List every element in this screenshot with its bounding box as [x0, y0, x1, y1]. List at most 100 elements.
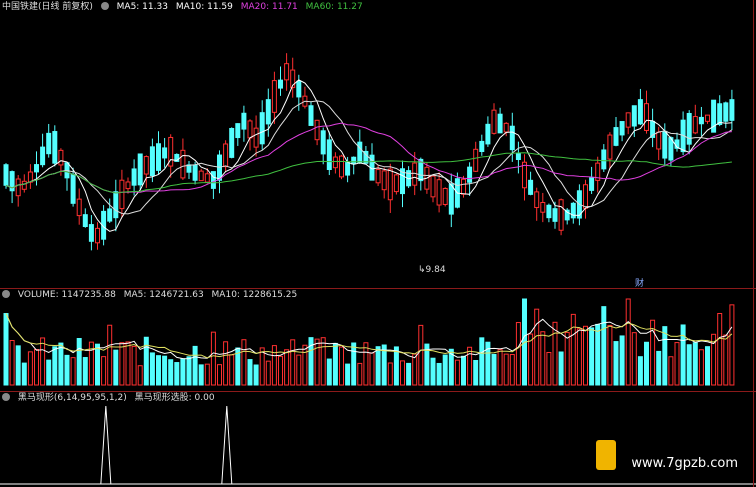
volume-bar — [186, 356, 192, 386]
candle — [259, 100, 265, 150]
volume-chart — [3, 298, 735, 386]
volume-bar — [27, 351, 33, 386]
candle — [674, 132, 680, 152]
volume-bar — [412, 353, 418, 386]
volume-bar — [491, 353, 497, 386]
volume-bar — [369, 352, 375, 386]
candle — [278, 66, 283, 96]
volume-bar — [595, 323, 601, 386]
volume-bar — [613, 341, 619, 386]
candle — [326, 131, 332, 176]
candle — [619, 121, 625, 142]
volume-bar — [229, 354, 235, 386]
volume-bar — [729, 304, 735, 386]
volume-bar — [95, 343, 100, 386]
candle — [107, 198, 113, 223]
right-border — [753, 0, 754, 487]
volume-bar — [497, 349, 503, 386]
volume-bar — [461, 355, 466, 386]
candle — [680, 111, 686, 156]
candle — [485, 116, 491, 147]
volume-bar — [253, 364, 259, 386]
volume-bar — [467, 346, 473, 386]
volume-bar — [607, 324, 613, 386]
low-price-marker: ↳9.84 — [418, 265, 446, 275]
volume-bar — [9, 340, 15, 386]
volume-bar — [692, 342, 698, 386]
candle — [473, 141, 479, 173]
candle — [332, 152, 338, 174]
volume-bar — [332, 342, 338, 386]
volume-bar — [320, 337, 326, 386]
indicator-spike — [221, 405, 233, 485]
volume-bar — [119, 342, 125, 386]
watermark-logo-icon — [596, 440, 616, 470]
candle — [601, 144, 607, 173]
volume-bar — [296, 354, 302, 386]
candle — [229, 127, 235, 159]
volume-bar — [723, 334, 729, 386]
candle — [52, 125, 58, 167]
candle — [302, 86, 308, 109]
candle — [729, 89, 735, 131]
candle — [351, 156, 357, 175]
candle — [436, 172, 442, 213]
candle — [522, 154, 527, 201]
volume-bar — [534, 308, 540, 386]
candle — [528, 171, 534, 196]
candle — [235, 123, 241, 146]
volume-bar — [717, 312, 723, 386]
volume-bar — [625, 298, 631, 386]
volume-bar — [290, 339, 296, 386]
volume-bar — [180, 358, 186, 386]
volume-bar — [601, 306, 607, 386]
volume-bar — [345, 363, 351, 386]
volume-pane[interactable]: VOLUME: 1147235.88 MA5: 1246721.63 MA10:… — [0, 289, 756, 391]
volume-bar — [668, 356, 674, 386]
candle — [650, 108, 656, 148]
candle — [290, 57, 296, 98]
candle — [95, 222, 100, 250]
candle — [461, 175, 466, 198]
volume-bar — [400, 360, 405, 386]
candle — [637, 88, 643, 126]
candlestick-chart — [3, 53, 735, 251]
volume-bar — [357, 362, 363, 386]
candle — [40, 133, 46, 168]
volume-bar — [454, 359, 460, 386]
volume-bar — [284, 349, 290, 386]
indicator-pane[interactable]: 黑马现形(6,14,95,95,1,2) 黑马现形选股: 0.00 — [0, 392, 756, 487]
volume-bar — [168, 359, 174, 386]
candle — [308, 101, 314, 126]
candle — [644, 90, 649, 134]
candle — [27, 164, 33, 189]
volume-bar — [680, 324, 686, 386]
volume-bar — [3, 313, 9, 386]
candle — [607, 132, 613, 170]
volume-bar — [503, 353, 509, 386]
volume-bar — [418, 324, 424, 386]
candle — [119, 169, 125, 218]
candle — [131, 159, 137, 196]
candle — [595, 156, 601, 193]
ma60-line — [5, 152, 732, 194]
volume-bar — [393, 346, 399, 386]
candle — [271, 71, 277, 124]
volume-bar — [698, 349, 704, 386]
kline-pane[interactable]: 中国铁建(日线 前复权) MA5: 11.33 MA10: 11.59 MA20… — [0, 0, 756, 289]
indicator-spike — [100, 405, 112, 485]
candle — [467, 162, 473, 196]
volume-bar — [192, 345, 198, 386]
volume-bar — [705, 346, 710, 386]
volume-bar — [644, 341, 649, 386]
volume-bar — [686, 344, 692, 386]
volume-bar — [137, 365, 143, 386]
volume-bar — [540, 331, 546, 386]
volume-bar — [406, 362, 412, 386]
candle — [143, 155, 149, 188]
volume-bar — [131, 345, 137, 386]
volume-bar — [101, 356, 107, 386]
volume-bar — [271, 345, 277, 386]
candle — [723, 101, 729, 129]
candle — [613, 116, 619, 147]
